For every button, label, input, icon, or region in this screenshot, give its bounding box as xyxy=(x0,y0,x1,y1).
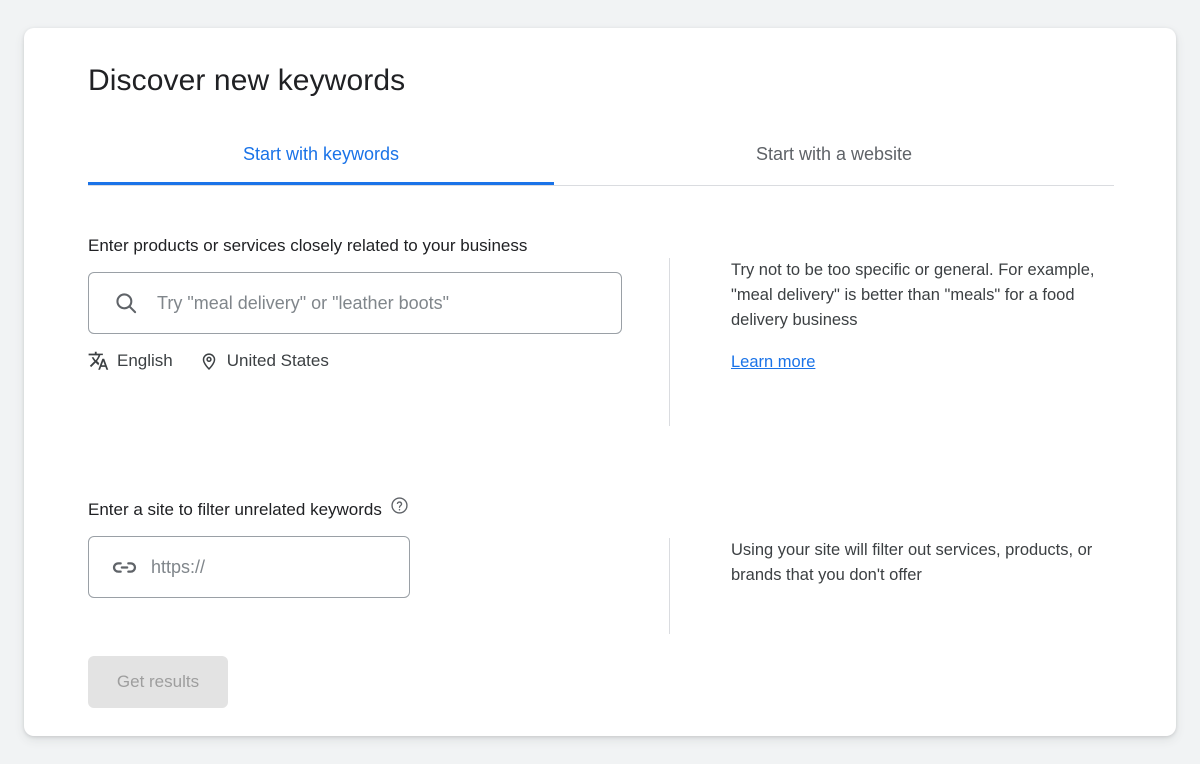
keywords-input[interactable]: Try "meal delivery" or "leather boots" xyxy=(157,293,449,314)
keywords-field-column: Enter products or services closely relat… xyxy=(88,236,646,371)
keywords-helper-panel: Try not to be too specific or general. F… xyxy=(669,258,1114,426)
site-field-label-text: Enter a site to filter unrelated keyword… xyxy=(88,500,382,520)
location-pin-icon xyxy=(199,351,219,371)
tab-start-with-website-label: Start with a website xyxy=(756,144,912,164)
keywords-field-label-text: Enter products or services closely relat… xyxy=(88,236,527,256)
tab-start-with-keywords[interactable]: Start with keywords xyxy=(88,124,554,185)
site-field-column: Enter a site to filter unrelated keyword… xyxy=(88,500,646,598)
search-icon xyxy=(111,288,141,318)
keywords-meta-row: English United States xyxy=(88,350,646,371)
tab-start-with-keywords-label: Start with keywords xyxy=(243,144,399,164)
location-label: United States xyxy=(227,351,329,371)
tab-start-with-website[interactable]: Start with a website xyxy=(554,124,1114,185)
keywords-input-box[interactable]: Try "meal delivery" or "leather boots" xyxy=(88,272,622,334)
get-results-button[interactable]: Get results xyxy=(88,656,228,708)
learn-more-link[interactable]: Learn more xyxy=(731,353,815,372)
site-helper-panel: Using your site will filter out services… xyxy=(669,538,1114,634)
language-selector[interactable]: English xyxy=(88,350,173,371)
language-label: English xyxy=(117,351,173,371)
discover-keywords-card: Discover new keywords Start with keyword… xyxy=(24,28,1176,736)
link-icon xyxy=(109,552,139,582)
tab-bar: Start with keywords Start with a website xyxy=(88,124,1114,186)
site-field-label: Enter a site to filter unrelated keyword… xyxy=(88,500,646,520)
page-title: Discover new keywords xyxy=(88,64,405,98)
location-selector[interactable]: United States xyxy=(199,351,329,371)
site-input[interactable]: https:// xyxy=(151,557,205,578)
keywords-helper-text: Try not to be too specific or general. F… xyxy=(731,258,1114,333)
translate-icon xyxy=(88,350,109,371)
keywords-field-label: Enter products or services closely relat… xyxy=(88,236,646,256)
help-circle-icon[interactable] xyxy=(390,496,409,515)
site-input-box[interactable]: https:// xyxy=(88,536,410,598)
site-helper-text: Using your site will filter out services… xyxy=(731,538,1114,588)
